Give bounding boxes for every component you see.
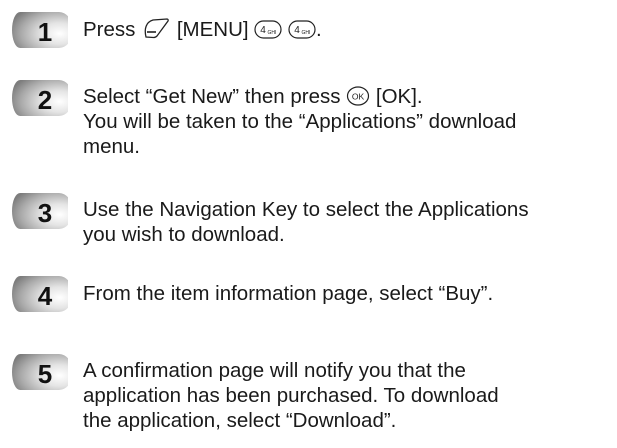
step-number: 4 — [38, 281, 53, 311]
step-text-line: Use the Navigation Key to select the App… — [83, 198, 529, 221]
step-text-line: you wish to download. — [83, 223, 285, 246]
svg-text:OK: OK — [352, 92, 365, 102]
step-number-badge: 3 — [10, 191, 68, 231]
step-number-badge: 4 — [10, 274, 68, 314]
soft-key-icon — [141, 17, 171, 39]
step-number: 3 — [38, 198, 52, 228]
ok-label: [OK]. — [375, 85, 423, 108]
step-number-badge: 5 — [10, 352, 68, 392]
step-number: 5 — [38, 359, 52, 389]
step-text-line: the application, select “Download”. — [83, 409, 397, 432]
key-4-ghi-icon: 4 GHI — [288, 20, 316, 39]
key-4-ghi-icon: 4 GHI — [254, 20, 282, 39]
step-number-badge: 2 — [10, 78, 68, 118]
step-text-line: You will be taken to the “Applications” … — [83, 110, 517, 133]
step-text: Press [MENU] 4 GHI 4 GHI . — [83, 17, 608, 42]
step-text-suffix: . — [315, 18, 322, 41]
step-text-line: menu. — [83, 135, 140, 158]
step-text: A confirmation page will notify you that… — [83, 358, 608, 433]
step-number-badge: 1 — [10, 10, 68, 50]
step-text: From the item information page, select “… — [83, 281, 608, 306]
step-text: Use the Navigation Key to select the App… — [83, 197, 608, 247]
menu-label: [MENU] — [176, 18, 249, 41]
step-number: 2 — [38, 85, 52, 115]
svg-text:4: 4 — [294, 25, 300, 36]
step-text-line: A confirmation page will notify you that… — [83, 359, 466, 382]
step-text: Select “Get New” then press OK [OK]. You… — [83, 84, 608, 159]
step-text-line: Select “Get New” then press — [83, 85, 341, 108]
step-text-line: From the item information page, select “… — [83, 282, 494, 305]
ok-key-icon: OK — [346, 86, 370, 106]
svg-text:4: 4 — [260, 25, 266, 36]
svg-text:GHI: GHI — [268, 30, 277, 36]
step-text-prefix: Press — [83, 18, 136, 41]
step-number: 1 — [38, 17, 52, 47]
svg-text:GHI: GHI — [302, 30, 311, 36]
step-text-line: application has been purchased. To downl… — [83, 384, 499, 407]
